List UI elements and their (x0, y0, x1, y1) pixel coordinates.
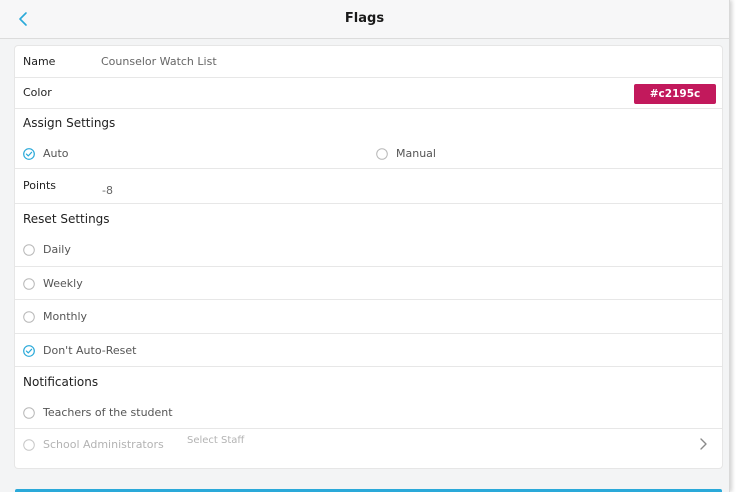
name-label: Name (23, 55, 56, 68)
assign-option-manual-label: Manual (396, 147, 436, 160)
reset-option-weekly-label: Weekly (43, 277, 83, 290)
header-bar: Flags (0, 0, 729, 39)
color-row: Color #c2195c (15, 78, 722, 109)
check-circle-icon (23, 147, 35, 160)
assign-settings-section: Assign Settings (15, 109, 722, 137)
empty-circle-icon (376, 147, 388, 160)
points-label: Points (23, 179, 57, 192)
assign-settings-heading: Assign Settings (23, 116, 116, 130)
reset-radio-monthly[interactable]: Monthly (23, 310, 87, 323)
reset-option-daily[interactable]: Daily (15, 232, 722, 267)
reset-radio-none[interactable]: Don't Auto-Reset (23, 344, 136, 357)
reset-option-daily-label: Daily (43, 243, 71, 256)
select-staff-link[interactable]: Select Staff (187, 435, 244, 446)
reset-radio-daily[interactable]: Daily (23, 243, 71, 256)
empty-circle-icon (23, 310, 35, 323)
reset-option-monthly[interactable]: Monthly (15, 300, 722, 334)
empty-circle-icon (23, 438, 35, 451)
points-value[interactable]: -8 (102, 184, 113, 197)
reset-option-none[interactable]: Don't Auto-Reset (15, 334, 722, 367)
notify-admins-radio[interactable]: School Administrators (23, 438, 164, 451)
reset-radio-weekly[interactable]: Weekly (23, 277, 83, 290)
reset-option-none-label: Don't Auto-Reset (43, 344, 137, 357)
notify-admins-row[interactable]: School Administrators Select Staff (15, 429, 722, 461)
notifications-section: Notifications (15, 367, 722, 395)
empty-circle-icon (23, 277, 35, 290)
notify-teachers-radio[interactable]: Teachers of the student (23, 406, 173, 419)
assign-option-manual[interactable]: Manual (376, 147, 436, 160)
reset-settings-section: Reset Settings (15, 204, 722, 232)
flag-settings-card: Name Counselor Watch List Color #c2195c … (15, 46, 722, 468)
check-circle-icon (23, 344, 35, 357)
name-value[interactable]: Counselor Watch List (101, 55, 217, 68)
name-row[interactable]: Name Counselor Watch List (15, 46, 722, 78)
empty-circle-icon (23, 243, 35, 256)
reset-option-monthly-label: Monthly (43, 310, 88, 323)
notifications-heading: Notifications (23, 375, 99, 389)
assign-options-row: Auto Manual (15, 137, 722, 169)
flags-panel: Flags Name Counselor Watch List Color #c… (0, 0, 730, 492)
assign-option-auto[interactable]: Auto (23, 147, 69, 160)
notify-teachers-label: Teachers of the student (43, 406, 173, 419)
notify-admins-label: School Administrators (43, 438, 164, 451)
color-label: Color (23, 86, 52, 99)
page-title: Flags (344, 11, 385, 26)
color-swatch-button[interactable]: #c2195c (634, 84, 716, 104)
assign-option-auto-label: Auto (43, 147, 69, 160)
chevron-right-icon[interactable] (698, 437, 708, 451)
notify-teachers-row[interactable]: Teachers of the student (15, 395, 722, 429)
points-row[interactable]: Points -8 (15, 169, 722, 204)
reset-settings-heading: Reset Settings (23, 212, 110, 226)
reset-option-weekly[interactable]: Weekly (15, 267, 722, 300)
empty-circle-icon (23, 406, 35, 419)
